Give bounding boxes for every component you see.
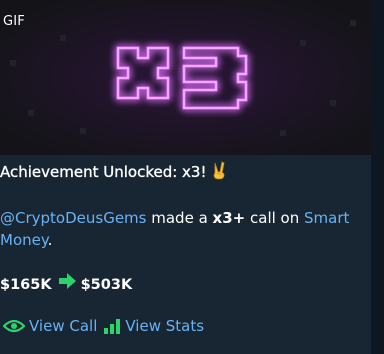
multiplier-text: x3+ bbox=[212, 209, 246, 227]
call-description: @CryptoDeusGems made a x3+ call on Smart… bbox=[0, 207, 371, 251]
price-from: $165K bbox=[0, 276, 52, 293]
achievement-title-text: Achievement Unlocked: x3! bbox=[0, 163, 207, 181]
view-stats-label: View Stats bbox=[125, 317, 205, 335]
message-card: GIF Achievement Unlocked: x3! @CryptoDeu… bbox=[0, 0, 371, 354]
gif-media[interactable]: GIF bbox=[0, 0, 371, 155]
view-call-label: View Call bbox=[29, 317, 98, 335]
achievement-title: Achievement Unlocked: x3! bbox=[0, 161, 371, 187]
price-to: $503K bbox=[80, 276, 133, 293]
desc-text-made: made a bbox=[146, 209, 213, 227]
desc-text-call: call on bbox=[245, 209, 304, 227]
mention-link[interactable]: @CryptoDeusGems bbox=[0, 209, 146, 227]
price-change: $165K $503K bbox=[0, 273, 371, 296]
eye-icon bbox=[3, 319, 25, 333]
arrow-right-icon bbox=[58, 273, 76, 296]
gif-artwork bbox=[0, 0, 371, 155]
action-links: View Call View Stats bbox=[3, 317, 204, 335]
bar-chart-icon bbox=[104, 319, 121, 334]
chat-background-strip bbox=[371, 0, 384, 354]
victory-hand-emoji-icon bbox=[209, 161, 229, 187]
view-call-link[interactable]: View Call bbox=[3, 317, 97, 335]
desc-period: . bbox=[47, 231, 53, 249]
gif-badge: GIF bbox=[3, 14, 25, 29]
view-stats-link[interactable]: View Stats bbox=[103, 317, 204, 335]
